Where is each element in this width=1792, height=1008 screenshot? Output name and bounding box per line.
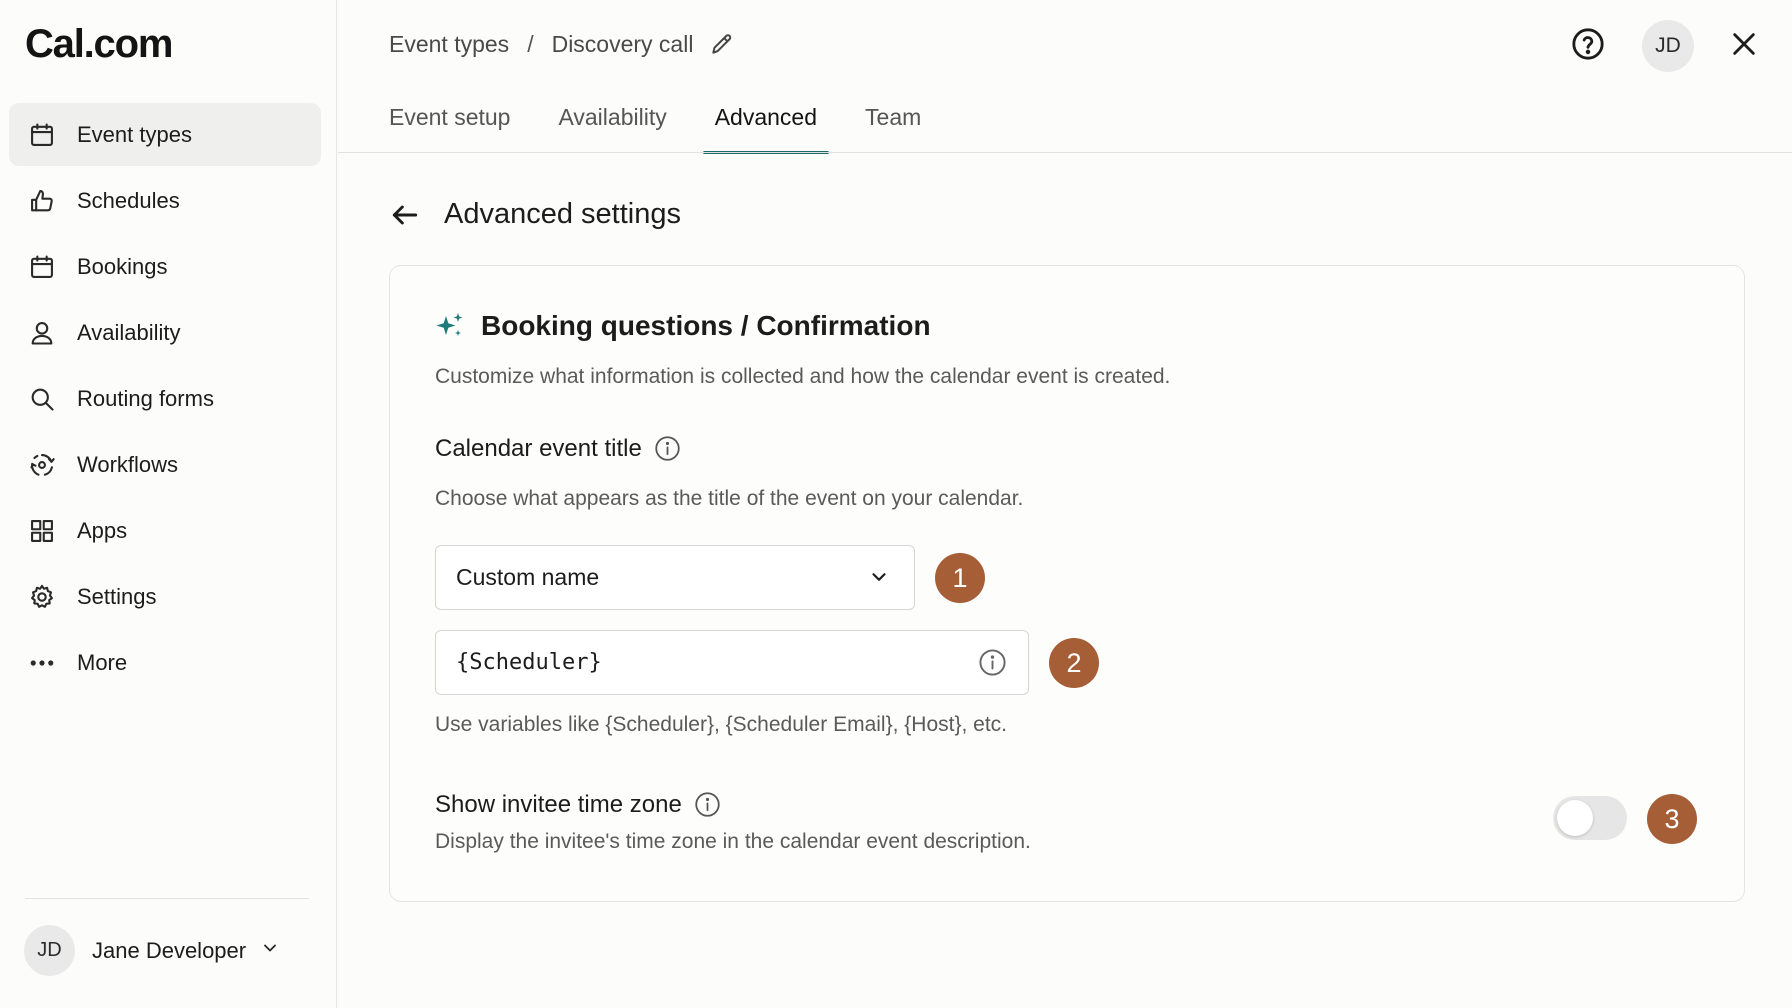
sparkle-icon xyxy=(434,310,466,342)
sidebar-nav: Event types Schedules Bookings Availabil… xyxy=(9,103,321,697)
sidebar-item-apps[interactable]: Apps xyxy=(9,499,321,562)
avatar: JD xyxy=(24,925,75,976)
tab-event-setup[interactable]: Event setup xyxy=(389,104,510,152)
sidebar-item-schedules[interactable]: Schedules xyxy=(9,169,321,232)
workflow-icon xyxy=(27,450,57,480)
section-description: Customize what information is collected … xyxy=(435,365,1171,388)
chevron-down-icon xyxy=(260,938,280,963)
gear-icon xyxy=(27,582,57,612)
app-logo[interactable]: Cal.com xyxy=(25,22,173,67)
info-icon[interactable] xyxy=(694,791,722,819)
calendar-title-label-row: Calendar event title xyxy=(435,435,682,463)
page-title: Advanced settings xyxy=(444,198,681,230)
sidebar-item-event-types[interactable]: Event types xyxy=(9,103,321,166)
pencil-icon[interactable] xyxy=(709,30,737,58)
info-icon[interactable] xyxy=(654,435,682,463)
tab-divider xyxy=(338,152,1792,153)
sidebar-item-label: Apps xyxy=(77,517,128,543)
tab-availability[interactable]: Availability xyxy=(558,104,666,152)
calendar-title-description: Choose what appears as the title of the … xyxy=(435,487,1024,510)
breadcrumb: Event types / Discovery call xyxy=(389,30,737,58)
sidebar-item-label: Event types xyxy=(77,121,192,147)
section-header: Booking questions / Confirmation xyxy=(434,310,931,342)
chevron-down-icon xyxy=(868,566,892,590)
sidebar-item-settings[interactable]: Settings xyxy=(9,565,321,628)
timezone-toggle[interactable] xyxy=(1553,796,1627,840)
timezone-label-row: Show invitee time zone xyxy=(435,791,722,819)
info-icon[interactable] xyxy=(978,648,1008,678)
sidebar: Cal.com Event types Schedules Bookings A… xyxy=(0,0,337,1008)
step-marker-2: 2 xyxy=(1049,638,1099,688)
timezone-label: Show invitee time zone xyxy=(435,791,682,818)
breadcrumb-current: Discovery call xyxy=(551,30,694,57)
tab-team[interactable]: Team xyxy=(865,104,921,152)
calendar-title-select[interactable]: Custom name xyxy=(435,545,915,610)
tab-bar: Event setup Availability Advanced Team xyxy=(389,104,969,154)
toggle-knob xyxy=(1557,800,1593,836)
sidebar-item-label: Schedules xyxy=(77,187,180,213)
step-marker-3: 3 xyxy=(1647,794,1697,844)
user-menu[interactable]: JD Jane Developer xyxy=(24,925,280,976)
tab-advanced[interactable]: Advanced xyxy=(702,104,830,154)
calendar-icon xyxy=(27,252,57,282)
breadcrumb-event-types[interactable]: Event types xyxy=(389,31,509,58)
timezone-description: Display the invitee's time zone in the c… xyxy=(435,830,1031,853)
avatar[interactable]: JD xyxy=(1642,20,1694,72)
calendar-title-label: Calendar event title xyxy=(435,435,642,462)
search-icon xyxy=(27,384,57,414)
help-icon[interactable] xyxy=(1571,27,1605,61)
sidebar-item-label: Routing forms xyxy=(77,385,214,411)
breadcrumb-separator: / xyxy=(527,30,534,57)
close-icon[interactable] xyxy=(1730,30,1758,58)
settings-card: Booking questions / Confirmation Customi… xyxy=(389,265,1745,902)
sidebar-item-label: More xyxy=(77,649,128,675)
custom-title-input[interactable] xyxy=(456,650,978,675)
user-icon xyxy=(27,318,57,348)
select-value: Custom name xyxy=(456,564,600,590)
sidebar-item-routing-forms[interactable]: Routing forms xyxy=(9,367,321,430)
section-title: Booking questions / Confirmation xyxy=(481,310,931,341)
hand-thumbs-up-icon xyxy=(27,186,57,216)
sidebar-item-workflows[interactable]: Workflows xyxy=(9,433,321,496)
grid-icon xyxy=(27,516,57,546)
user-name: Jane Developer xyxy=(92,937,247,963)
sidebar-item-bookings[interactable]: Bookings xyxy=(9,235,321,298)
variables-hint: Use variables like {Scheduler}, {Schedul… xyxy=(435,713,1007,736)
sidebar-divider xyxy=(25,898,309,899)
custom-title-field[interactable] xyxy=(435,630,1029,695)
sidebar-item-more[interactable]: More xyxy=(9,631,321,694)
more-dots-icon xyxy=(27,648,57,678)
calendar-icon xyxy=(27,120,57,150)
sidebar-item-label: Workflows xyxy=(77,451,179,477)
step-marker-1: 1 xyxy=(935,553,985,603)
sidebar-item-label: Availability xyxy=(77,319,181,345)
sidebar-item-availability[interactable]: Availability xyxy=(9,301,321,364)
arrow-left-icon[interactable] xyxy=(389,199,421,231)
sidebar-item-label: Bookings xyxy=(77,253,168,279)
sidebar-item-label: Settings xyxy=(77,583,157,609)
